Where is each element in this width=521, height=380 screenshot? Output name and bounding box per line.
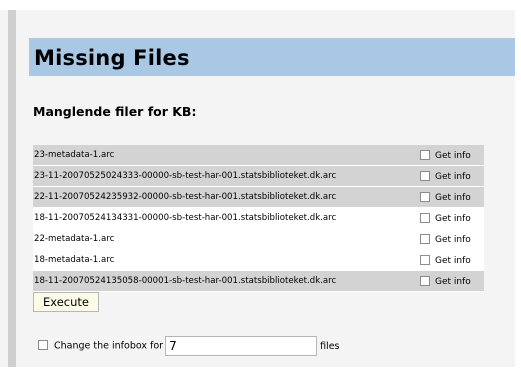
table-row: 22-metadata-1.arc Get info xyxy=(33,228,484,250)
get-info-checkbox[interactable] xyxy=(420,191,430,202)
file-name: 23-metadata-1.arc xyxy=(33,145,416,166)
get-info-cell: Get info xyxy=(416,270,484,292)
file-name: 18-11-20070524135058-00001-sb-test-har-0… xyxy=(33,270,416,292)
get-info-cell: Get info xyxy=(416,249,484,271)
get-info-cell: Get info xyxy=(416,228,484,250)
get-info-label: Get info xyxy=(435,192,471,203)
file-name: 18-metadata-1.arc xyxy=(33,249,416,271)
get-info-label: Get info xyxy=(435,171,471,182)
change-infobox-checkbox[interactable] xyxy=(38,339,48,350)
table-row: 18-11-20070524134331-00000-sb-test-har-0… xyxy=(33,207,484,229)
get-info-label: Get info xyxy=(435,276,471,287)
missing-files-table: 23-metadata-1.arc Get info 23-11-2007052… xyxy=(33,145,484,292)
table-row: 18-metadata-1.arc Get info xyxy=(33,249,484,271)
get-info-label: Get info xyxy=(435,150,471,161)
execute-button[interactable]: Execute xyxy=(33,292,99,312)
get-info-label: Get info xyxy=(435,234,471,245)
change-infobox-label: Change the infobox for xyxy=(54,340,164,352)
file-name: 18-11-20070524134331-00000-sb-test-har-0… xyxy=(33,207,416,229)
left-border-bar xyxy=(8,10,16,367)
get-info-label: Get info xyxy=(435,213,471,224)
table-row: 22-11-20070524235932-00000-sb-test-har-0… xyxy=(33,186,484,208)
get-info-checkbox[interactable] xyxy=(420,275,430,286)
infobox-count-input[interactable] xyxy=(165,336,318,356)
get-info-checkbox[interactable] xyxy=(420,254,430,265)
get-info-cell: Get info xyxy=(416,165,484,187)
get-info-cell: Get info xyxy=(416,207,484,229)
get-info-cell: Get info xyxy=(416,145,484,166)
file-name: 22-11-20070524235932-00000-sb-test-har-0… xyxy=(33,186,416,208)
files-label: files xyxy=(320,340,340,352)
table-row: 23-11-20070525024333-00000-sb-test-har-0… xyxy=(33,165,484,187)
get-info-checkbox[interactable] xyxy=(420,149,430,160)
file-name: 22-metadata-1.arc xyxy=(33,228,416,250)
table-row: 18-11-20070524135058-00001-sb-test-har-0… xyxy=(33,270,484,292)
get-info-checkbox[interactable] xyxy=(420,170,430,181)
section-subtitle: Manglende filer for KB: xyxy=(33,104,197,119)
file-name: 23-11-20070525024333-00000-sb-test-har-0… xyxy=(33,165,416,187)
table-row: 23-metadata-1.arc Get info xyxy=(33,145,484,166)
page-title: Missing Files xyxy=(34,46,190,70)
get-info-cell: Get info xyxy=(416,186,484,208)
get-info-checkbox[interactable] xyxy=(420,212,430,223)
infobox-row: Change the infobox for files xyxy=(36,336,340,356)
get-info-label: Get info xyxy=(435,255,471,266)
get-info-checkbox[interactable] xyxy=(420,233,430,244)
